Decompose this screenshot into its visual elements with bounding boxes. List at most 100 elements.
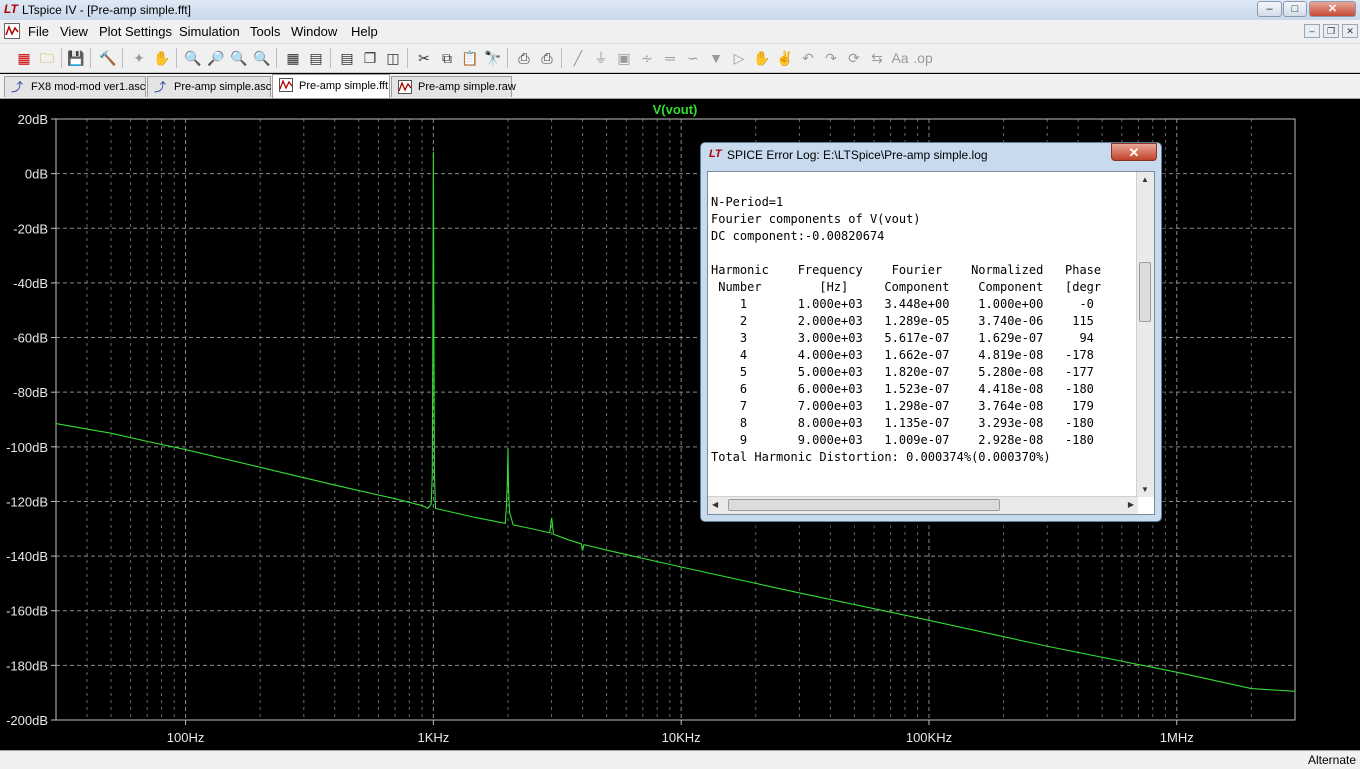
tab-preamp-raw[interactable]: Pre-amp simple.raw	[391, 76, 516, 97]
text-icon[interactable]: Aa	[890, 48, 910, 68]
log-line: Number [Hz] Component Component [degr	[711, 280, 1102, 294]
redo-icon[interactable]: ↷	[821, 48, 841, 68]
ltspice-logo-icon: LT	[4, 2, 18, 16]
zoom-out-icon[interactable]: 🔎	[206, 48, 226, 68]
log-line: Harmonic Frequency Fourier Normalized Ph…	[711, 263, 1102, 277]
y-tick-label: -20dB	[13, 221, 48, 236]
vertical-scroll-thumb[interactable]	[1139, 262, 1151, 322]
mdi-restore-button[interactable]: ❐	[1323, 24, 1339, 38]
mdi-minimize-button[interactable]: –	[1304, 24, 1320, 38]
zoom-in-icon[interactable]: 🔍	[183, 48, 203, 68]
vertical-scrollbar[interactable]: ▲ ▼	[1136, 172, 1154, 497]
open-folder-icon[interactable]: 🗀	[37, 48, 57, 68]
y-axis: 20dB 0dB -20dB -40dB -60dB -80dB -100dB -120dB -…	[6, 112, 56, 728]
schematic-icon: ⤴	[11, 80, 24, 94]
log-line: 4 4.000e+03 1.662e-07 4.819e-08 -178	[711, 348, 1094, 362]
scroll-right-arrow-icon[interactable]: ▶	[1128, 500, 1134, 509]
y-tick-label: 0dB	[25, 167, 48, 182]
horizontal-scrollbar[interactable]: ◀ ▶	[708, 496, 1138, 514]
label-net-icon[interactable]: ▣	[614, 48, 634, 68]
menu-view[interactable]: View	[60, 24, 88, 39]
pan-hand-icon[interactable]: ✋	[152, 48, 172, 68]
menu-simulation[interactable]: Simulation	[179, 24, 240, 39]
y-tick-label: -160dB	[6, 604, 48, 619]
log-line: 9 9.000e+03 1.009e-07 2.928e-08 -180	[711, 433, 1094, 447]
component-icon[interactable]: ▷	[729, 48, 749, 68]
run-icon[interactable]: ✦	[129, 48, 149, 68]
cascade-icon[interactable]: ❐	[360, 48, 380, 68]
maximize-button[interactable]: □	[1283, 1, 1307, 17]
y-tick-label: -200dB	[6, 713, 48, 728]
log-line: DC component:-0.00820674	[711, 229, 885, 243]
log-line: 1 1.000e+03 3.448e+00 1.000e+00 -0	[711, 297, 1094, 311]
add-trace-icon[interactable]: ▤	[306, 48, 326, 68]
horizontal-scroll-thumb[interactable]	[728, 499, 1000, 511]
menu-file[interactable]: File	[28, 24, 49, 39]
inductor-icon[interactable]: ∽	[683, 48, 703, 68]
zoom-fit-icon[interactable]: 🔍	[229, 48, 249, 68]
status-mode-text: Alternate	[1307, 753, 1356, 767]
dialog-title: SPICE Error Log: E:\LTSpice\Pre-amp simp…	[727, 148, 988, 162]
log-line: 5 5.000e+03 1.820e-07 5.280e-08 -177	[711, 365, 1094, 379]
ground-icon[interactable]: ⏚	[591, 48, 611, 68]
copy-icon[interactable]: ⧉	[437, 48, 457, 68]
x-tick-label: 1MHz	[1160, 730, 1194, 745]
y-tick-label: -120dB	[6, 494, 48, 509]
minimize-button[interactable]: –	[1257, 1, 1282, 17]
y-tick-label: 20dB	[18, 112, 48, 127]
log-line: 6 6.000e+03 1.523e-07 4.418e-08 -180	[711, 382, 1094, 396]
window-title: LTspice IV - [Pre-amp simple.fft]	[22, 3, 191, 17]
undo-icon[interactable]: ↶	[798, 48, 818, 68]
dialog-close-button[interactable]: ✕	[1111, 143, 1157, 161]
log-text[interactable]: N-Period=1 Fourier components of V(vout) D…	[711, 194, 1139, 484]
wire-icon[interactable]: ╱	[568, 48, 588, 68]
x-tick-label: 100Hz	[167, 730, 205, 745]
scroll-left-arrow-icon[interactable]: ◀	[712, 500, 718, 509]
tile-horizontal-icon[interactable]: ▤	[337, 48, 357, 68]
log-text-area[interactable]: N-Period=1 Fourier components of V(vout) D…	[707, 171, 1155, 515]
y-tick-label: -40dB	[13, 276, 48, 291]
mirror-icon[interactable]: ⇆	[867, 48, 887, 68]
app-waveform-icon[interactable]	[4, 23, 20, 39]
diode-icon[interactable]: ▼	[706, 48, 726, 68]
close-button[interactable]: ✕	[1309, 1, 1356, 17]
menu-plot-settings[interactable]: Plot Settings	[99, 24, 172, 39]
tab-preamp-fft[interactable]: Pre-amp simple.fft	[272, 74, 390, 98]
menu-tools[interactable]: Tools	[250, 24, 280, 39]
move-hand-icon[interactable]: ✋	[752, 48, 772, 68]
save-icon[interactable]: 💾	[66, 48, 86, 68]
autorange-icon[interactable]: ▦	[283, 48, 303, 68]
y-tick-label: -180dB	[6, 658, 48, 673]
control-panel-icon[interactable]: 🔨	[98, 48, 118, 68]
rotate-icon[interactable]: ⟳	[844, 48, 864, 68]
tab-fx8-schematic[interactable]: ⤴ FX8 mod-mod ver1.asc	[4, 76, 146, 97]
menu-window[interactable]: Window	[291, 24, 337, 39]
resistor-icon[interactable]: ∻	[637, 48, 657, 68]
drag-hand-icon[interactable]: ✌	[775, 48, 795, 68]
y-tick-label: -140dB	[6, 549, 48, 564]
scroll-up-arrow-icon[interactable]: ▲	[1141, 175, 1149, 184]
log-line: 8 8.000e+03 1.135e-07 3.293e-08 -180	[711, 416, 1094, 430]
new-schematic-icon[interactable]: ▦	[14, 48, 34, 68]
x-tick-label: 1KHz	[417, 730, 449, 745]
print-icon[interactable]: ⎙	[537, 48, 557, 68]
zoom-cancel-icon[interactable]: 🔍	[252, 48, 272, 68]
cut-icon[interactable]: ✂	[414, 48, 434, 68]
scroll-down-arrow-icon[interactable]: ▼	[1141, 485, 1149, 494]
log-line: 7 7.000e+03 1.298e-07 3.764e-08 179	[711, 399, 1094, 413]
trace-label-vout[interactable]: V(vout)	[653, 102, 698, 117]
menu-help[interactable]: Help	[351, 24, 378, 39]
menu-bar: File View Plot Settings Simulation Tools…	[0, 20, 1360, 44]
schematic-icon: ⤴	[154, 80, 167, 94]
spice-directive-icon[interactable]: .op	[913, 48, 933, 68]
paste-icon[interactable]: 📋	[460, 48, 480, 68]
capacitor-icon[interactable]: ═	[660, 48, 680, 68]
tile-vertical-icon[interactable]: ◫	[383, 48, 403, 68]
log-line: N-Period=1	[711, 195, 784, 209]
find-icon[interactable]: 🔭	[483, 48, 503, 68]
print-setup-icon[interactable]: ⎙	[514, 48, 534, 68]
log-line: 2 2.000e+03 1.289e-05 3.740e-06 115	[711, 314, 1094, 328]
tab-preamp-schematic[interactable]: ⤴ Pre-amp simple.asc	[147, 76, 271, 97]
mdi-close-button[interactable]: ✕	[1342, 24, 1358, 38]
